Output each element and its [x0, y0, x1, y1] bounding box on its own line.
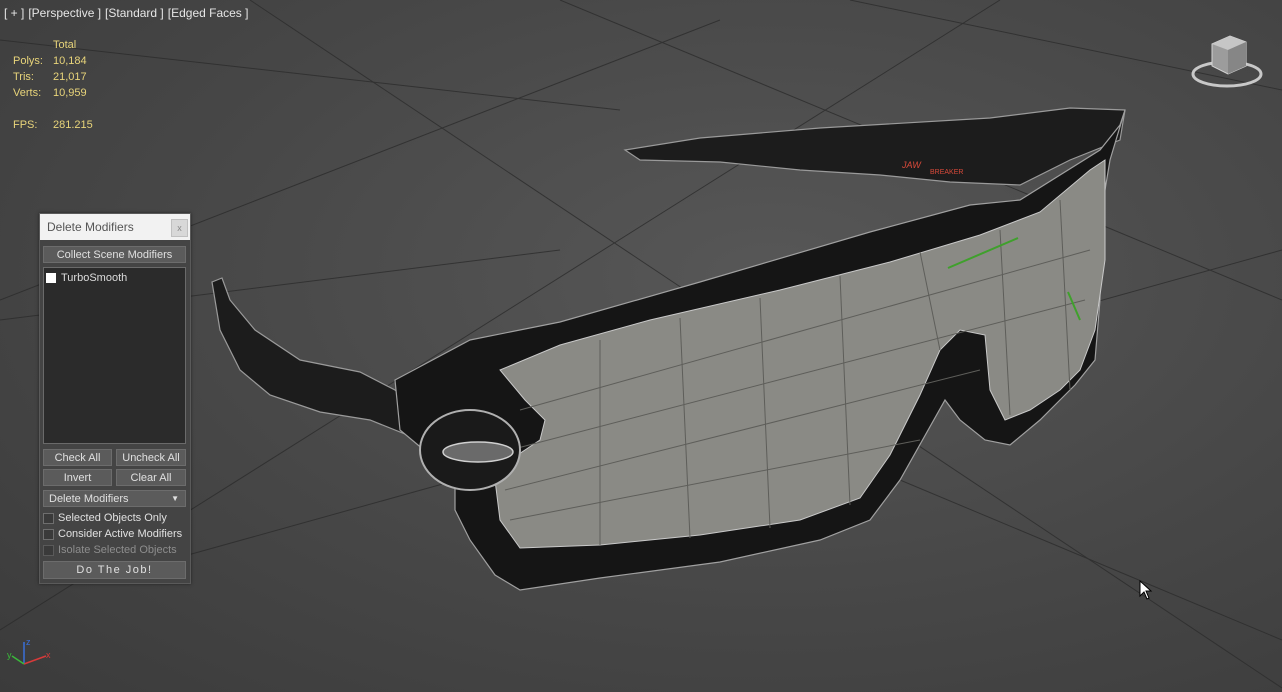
axis-x-label: x [46, 650, 51, 660]
modifier-list[interactable]: TurboSmooth [43, 267, 186, 444]
viewport-menu-perspective[interactable]: [Perspective ] [28, 6, 101, 20]
checkbox-label: Selected Objects Only [58, 512, 167, 524]
axis-gizmo-icon: z x y [7, 637, 51, 665]
checkbox-label: Isolate Selected Objects [58, 544, 177, 556]
dialog-title: Delete Modifiers [47, 220, 134, 234]
clear-all-button[interactable]: Clear All [116, 469, 186, 486]
sunglasses-model[interactable]: JAW BREAKER [0, 0, 1282, 692]
viewport-statistics: Total Polys: 10,184 Tris: 21,017 Verts: 10,… [13, 37, 133, 133]
dialog-title-bar[interactable]: Delete Modifiers x [40, 214, 190, 240]
svg-text:BREAKER: BREAKER [930, 169, 963, 176]
delete-modifiers-dialog[interactable]: Delete Modifiers x Collect Scene Modifie… [39, 213, 191, 584]
checkbox-box[interactable] [43, 512, 54, 524]
uncheck-all-button[interactable]: Uncheck All [116, 449, 186, 466]
collect-scene-modifiers-button[interactable]: Collect Scene Modifiers [43, 246, 186, 263]
consider-active-modifiers-checkbox[interactable]: Consider Active Modifiers [43, 528, 182, 540]
stats-row-polys: Polys: 10,184 [13, 55, 87, 67]
viewport-menu-edged-faces[interactable]: [Edged Faces ] [168, 6, 249, 20]
invert-button[interactable]: Invert [43, 469, 112, 486]
do-the-job-button[interactable]: Do The Job! [43, 561, 186, 579]
viewport-label-menu[interactable]: [ + ] [Perspective ] [Standard ] [Edged … [4, 6, 248, 20]
stats-row-tris: Tris: 21,017 [13, 71, 87, 83]
chevron-down-icon: ▼ [171, 494, 179, 503]
isolate-selected-objects-checkbox: Isolate Selected Objects [43, 544, 177, 556]
viewcube-icon[interactable] [1190, 30, 1264, 92]
list-item-label: TurboSmooth [61, 271, 128, 284]
close-icon[interactable]: x [171, 219, 188, 237]
list-item-checkbox[interactable] [46, 272, 56, 283]
svg-text:JAW: JAW [901, 160, 922, 170]
checkbox-label: Consider Active Modifiers [58, 528, 183, 540]
mode-dropdown-value: Delete Modifiers [49, 492, 129, 505]
stats-row-verts: Verts: 10,959 [13, 87, 87, 99]
perspective-viewport[interactable]: JAW BREAKER [ + ] [Perspective ] [Standa… [0, 0, 1282, 692]
list-item[interactable]: TurboSmooth [44, 270, 185, 285]
mode-dropdown[interactable]: Delete Modifiers ▼ [43, 490, 186, 507]
checkbox-box[interactable] [43, 528, 54, 540]
check-all-button[interactable]: Check All [43, 449, 112, 466]
stats-header: Total [53, 39, 77, 51]
axis-y-label: y [7, 650, 12, 660]
viewport-menu-shading[interactable]: [Standard ] [105, 6, 164, 20]
stats-row-fps: FPS: 281.215 [13, 119, 93, 131]
viewport-menu-plus[interactable]: [ + ] [4, 6, 24, 20]
axis-z-label: z [26, 637, 31, 647]
selected-objects-only-checkbox[interactable]: Selected Objects Only [43, 512, 167, 524]
checkbox-box [43, 544, 54, 556]
mouse-cursor-icon [1139, 580, 1153, 600]
